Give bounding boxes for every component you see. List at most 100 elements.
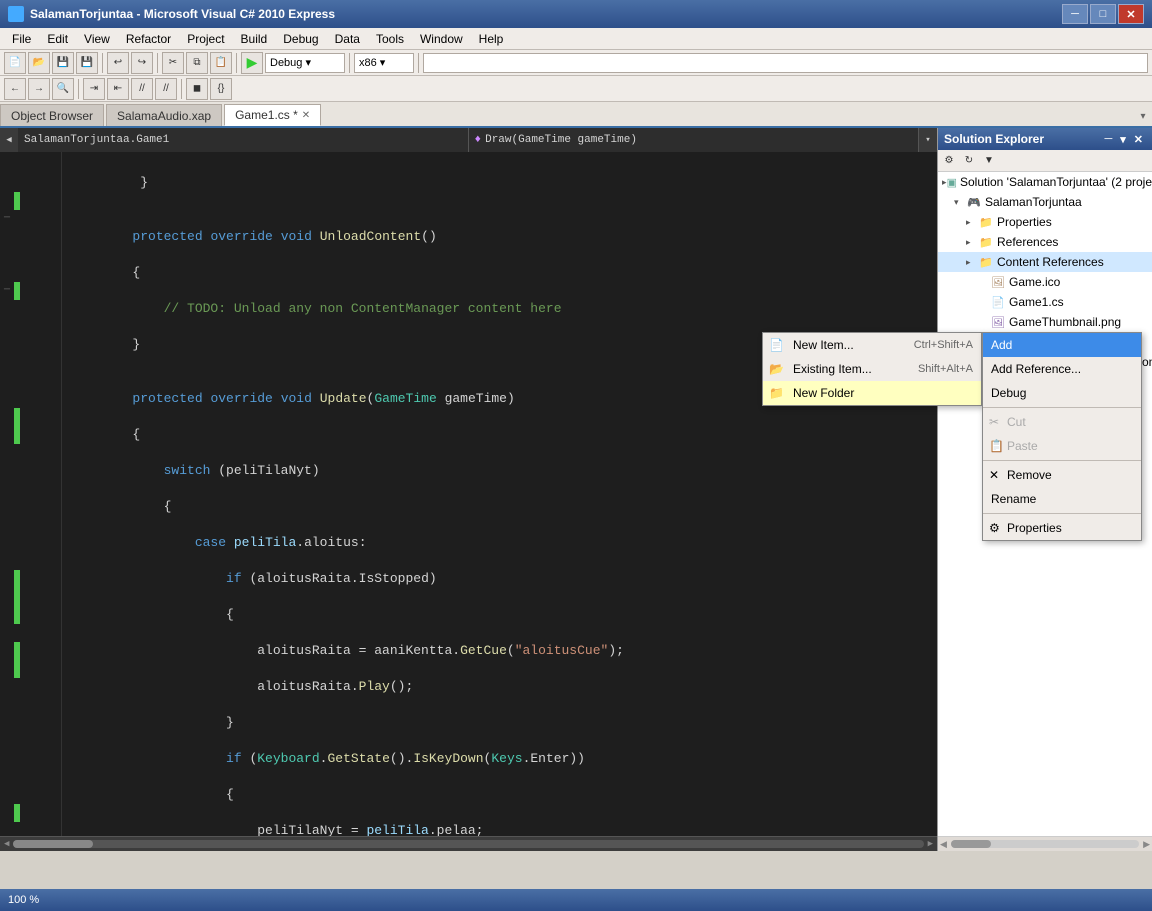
config-dropdown[interactable]: Debug ▾ xyxy=(265,53,345,73)
maximize-button[interactable]: □ xyxy=(1090,4,1116,24)
se-filter-btn[interactable]: ▼ xyxy=(980,152,998,170)
se-content-references[interactable]: ▸ 📁 Content References xyxy=(938,252,1152,272)
search-box[interactable] xyxy=(423,53,1148,73)
se-references-arrow: ▸ xyxy=(966,237,978,248)
submenu-properties[interactable]: ⚙ Properties xyxy=(983,516,1141,540)
code-line: switch (peliTilaNyt) xyxy=(70,462,929,480)
se-properties-btn[interactable]: ⚙ xyxy=(940,152,958,170)
new-item-icon: 📄 xyxy=(769,338,784,352)
paste-icon: 📋 xyxy=(989,439,1004,453)
redo-btn[interactable]: ↪ xyxy=(131,52,153,74)
comment-btn[interactable]: // xyxy=(131,78,153,100)
undo-btn[interactable]: ↩ xyxy=(107,52,129,74)
se-game1-cs-icon: 📄 xyxy=(990,294,1006,310)
new-btn[interactable]: 📄 xyxy=(4,52,26,74)
tab-game1-cs-label: Game1.cs * xyxy=(235,108,298,122)
se-arrow-btn[interactable]: ▾ xyxy=(1117,133,1129,146)
menu-data[interactable]: Data xyxy=(327,30,368,48)
se-references[interactable]: ▸ 📁 References xyxy=(938,232,1152,252)
ctx-new-item[interactable]: 📄 New Item... Ctrl+Shift+A xyxy=(763,333,981,357)
properties-icon: ⚙ xyxy=(989,521,1000,535)
tab-game1-cs-close[interactable]: ✕ xyxy=(302,110,310,121)
ctx-new-item-shortcut: Ctrl+Shift+A xyxy=(914,339,973,351)
new-folder-icon: 📁 xyxy=(769,386,784,400)
tab-game1-cs[interactable]: Game1.cs * ✕ xyxy=(224,104,321,126)
nav-btn-right[interactable]: ▾ xyxy=(919,128,937,152)
se-project[interactable]: ▾ 🎮 SalamanTorjuntaa xyxy=(938,192,1152,212)
scroll-left-btn[interactable]: ◀ xyxy=(4,839,9,849)
se-close-btn[interactable]: ✕ xyxy=(1131,133,1146,146)
se-scroll-right[interactable]: ▶ xyxy=(1141,839,1152,850)
menu-help[interactable]: Help xyxy=(471,30,512,48)
close-button[interactable]: ✕ xyxy=(1118,4,1144,24)
code-line: { xyxy=(70,426,929,444)
se-pin-btn[interactable]: ─ xyxy=(1101,133,1115,146)
forward-btn[interactable]: → xyxy=(28,78,50,100)
submenu-debug-label: Debug xyxy=(991,386,1026,400)
back-btn[interactable]: ← xyxy=(4,78,26,100)
start-btn[interactable]: ▶ xyxy=(241,52,263,74)
tab-salama-audio-label: SalamaAudio.xap xyxy=(117,109,211,123)
submenu-add-item[interactable]: Add xyxy=(983,333,1141,357)
platform-dropdown[interactable]: x86 ▾ xyxy=(354,53,414,73)
nav-btn-left[interactable]: ◀ xyxy=(0,128,18,152)
se-game1-cs[interactable]: 📄 Game1.cs xyxy=(938,292,1152,312)
outdent-btn[interactable]: ⇤ xyxy=(107,78,129,100)
se-refresh-btn[interactable]: ↻ xyxy=(960,152,978,170)
menu-edit[interactable]: Edit xyxy=(39,30,76,48)
se-solution[interactable]: ▸ ▣ Solution 'SalamanTorjuntaa' (2 proje xyxy=(938,172,1152,192)
menu-refactor[interactable]: Refactor xyxy=(118,30,179,48)
se-project-label: SalamanTorjuntaa xyxy=(985,195,1082,209)
code-nav-bar: ◀ SalamanTorjuntaa.Game1 ♦ Draw(GameTime… xyxy=(0,128,937,152)
tab-object-browser[interactable]: Object Browser xyxy=(0,104,104,126)
se-thumbnail[interactable]: 🖼 GameThumbnail.png xyxy=(938,312,1152,332)
collapse-margin: ─ ─ xyxy=(0,152,14,836)
se-hscroll-track[interactable] xyxy=(951,840,1139,848)
submenu-add-reference[interactable]: Add Reference... xyxy=(983,357,1141,381)
tab-scroll-btn[interactable]: ▾ xyxy=(1134,106,1152,126)
class-dropdown[interactable]: SalamanTorjuntaa.Game1 xyxy=(18,128,469,152)
menu-window[interactable]: Window xyxy=(412,30,471,48)
se-scroll-left[interactable]: ◀ xyxy=(938,839,949,850)
code-hscrollbar[interactable]: ◀ ▶ xyxy=(0,836,937,851)
menu-file[interactable]: File xyxy=(4,30,39,48)
paste-btn[interactable]: 📋 xyxy=(210,52,232,74)
save-btn[interactable]: 💾 xyxy=(52,52,74,74)
title-bar: SalamanTorjuntaa - Microsoft Visual C# 2… xyxy=(0,0,1152,28)
se-properties[interactable]: ▸ 📁 Properties xyxy=(938,212,1152,232)
ctx-existing-item[interactable]: 📂 Existing Item... Shift+Alt+A xyxy=(763,357,981,381)
scroll-right-btn[interactable]: ▶ xyxy=(928,839,933,849)
minimize-button[interactable]: ─ xyxy=(1062,4,1088,24)
sep1 xyxy=(102,53,103,73)
hscroll-track[interactable] xyxy=(13,840,923,848)
format-btn[interactable]: {} xyxy=(210,78,232,100)
submenu-rename-label: Rename xyxy=(991,492,1036,506)
tab-salama-audio[interactable]: SalamaAudio.xap xyxy=(106,104,222,126)
code-content[interactable]: } protected override void UnloadContent(… xyxy=(62,152,937,836)
uncomment-btn[interactable]: // xyxy=(155,78,177,100)
se-game1-cs-label: Game1.cs xyxy=(1009,295,1064,309)
method-dropdown[interactable]: ♦ Draw(GameTime gameTime) xyxy=(469,128,920,152)
save-all-btn[interactable]: 💾 xyxy=(76,52,98,74)
submenu-debug[interactable]: Debug xyxy=(983,381,1141,405)
se-game-ico[interactable]: 🖼 Game.ico xyxy=(938,272,1152,292)
se-hscroll-thumb[interactable] xyxy=(951,840,991,848)
menu-project[interactable]: Project xyxy=(179,30,232,48)
open-btn[interactable]: 📂 xyxy=(28,52,50,74)
bk-btn[interactable]: ◼ xyxy=(186,78,208,100)
ctx-new-folder[interactable]: 📁 New Folder xyxy=(763,381,981,405)
code-line: protected override void UnloadContent() xyxy=(70,228,929,246)
se-hscroll[interactable]: ◀ ▶ xyxy=(938,836,1152,851)
indent-btn[interactable]: ⇥ xyxy=(83,78,105,100)
menu-debug[interactable]: Debug xyxy=(275,30,326,48)
menu-view[interactable]: View xyxy=(76,30,118,48)
menu-build[interactable]: Build xyxy=(233,30,276,48)
find-btn[interactable]: 🔍 xyxy=(52,78,74,100)
line-numbers xyxy=(22,152,62,836)
menu-tools[interactable]: Tools xyxy=(368,30,412,48)
submenu-remove[interactable]: ✕ Remove xyxy=(983,463,1141,487)
cut-btn[interactable]: ✂ xyxy=(162,52,184,74)
submenu-rename[interactable]: Rename xyxy=(983,487,1141,511)
copy-btn[interactable]: ⧉ xyxy=(186,52,208,74)
hscroll-thumb[interactable] xyxy=(13,840,93,848)
